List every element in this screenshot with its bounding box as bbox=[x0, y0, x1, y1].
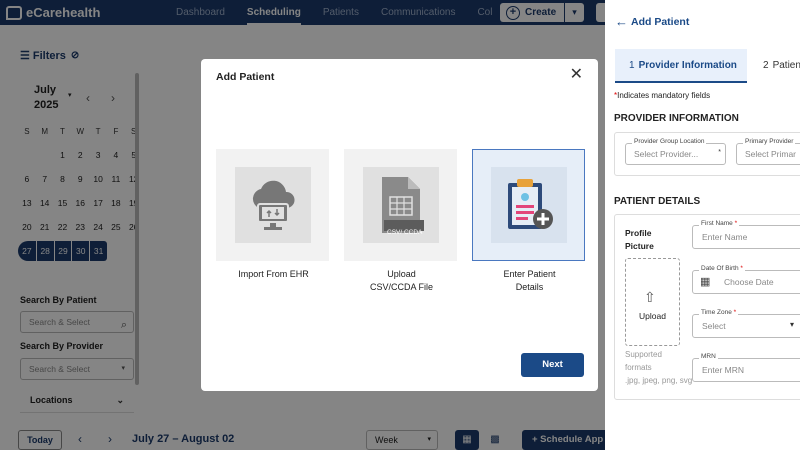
first-name-placeholder: Enter Name bbox=[702, 232, 748, 242]
back-button[interactable]: ← Add Patient bbox=[615, 14, 689, 29]
supported-line1: Supported bbox=[625, 350, 662, 359]
mrn-placeholder: Enter MRN bbox=[702, 365, 745, 375]
profile-picture-line2: Picture bbox=[625, 241, 654, 251]
first-name-input[interactable]: First Name * Enter Name bbox=[692, 220, 800, 249]
first-name-label: First Name * bbox=[699, 220, 740, 227]
arrow-left-icon: ← bbox=[615, 14, 628, 29]
supported-formats: Supported formats .jpg, jpeg, png, svg bbox=[625, 348, 692, 387]
mandatory-text: Indicates mandatory fields bbox=[617, 91, 711, 100]
option-label: Upload CSV/CCDA File bbox=[345, 268, 458, 294]
profile-picture-label: Profile Picture bbox=[625, 227, 654, 253]
supported-line3: .jpg, jpeg, png, svg bbox=[625, 376, 693, 385]
step-patient[interactable]: 2Patient bbox=[757, 49, 800, 83]
upload-dropzone[interactable]: ⇧ Upload bbox=[625, 258, 680, 346]
timezone-select[interactable]: Time Zone * Select ▾ bbox=[692, 309, 800, 338]
primary-provider-select[interactable]: Primary Provider Select Primar bbox=[736, 138, 800, 165]
file-upload-icon: CSV/ CCDA bbox=[363, 167, 439, 243]
dob-label-text: Date Of Birth bbox=[701, 265, 739, 272]
step-provider-information[interactable]: 1 Provider Information bbox=[615, 49, 747, 83]
option-label-line1: Upload bbox=[387, 269, 416, 279]
step-tabs: 1Provider Information 2Patient bbox=[615, 49, 800, 83]
provider-group-select[interactable]: Provider Group Location Select Provider.… bbox=[625, 138, 726, 165]
primary-provider-label: Primary Provider bbox=[743, 138, 796, 145]
calendar-icon[interactable]: ▦ bbox=[700, 275, 710, 288]
cloud-monitor-icon bbox=[235, 167, 311, 243]
add-patient-modal: Add Patient ✕ Import From EHR CSV/ CCDA … bbox=[201, 59, 598, 391]
provider-group-label: Provider Group Location bbox=[632, 138, 707, 145]
upload-icon: ⇧ bbox=[644, 289, 656, 305]
patient-section-title: PATIENT DETAILS bbox=[614, 196, 701, 207]
panel-title: Add Patient bbox=[631, 15, 690, 28]
option-label: Enter Patient Details bbox=[473, 268, 586, 294]
timezone-label-text: Time Zone bbox=[701, 309, 732, 316]
dob-placeholder: Choose Date bbox=[724, 277, 774, 287]
add-patient-panel: ← Add Patient 1 Provider Information 2 Pat… bbox=[605, 0, 800, 450]
csv-ccda-badge: CSV/ CCDA bbox=[387, 229, 423, 236]
required-star: * bbox=[740, 265, 743, 272]
step-number: 2 bbox=[763, 60, 769, 71]
option-label: Import From EHR bbox=[238, 269, 309, 279]
step-number: 1 bbox=[629, 60, 635, 71]
option-upload-csv[interactable]: CSV/ CCDA Upload CSV/CCDA File bbox=[344, 149, 457, 292]
timezone-placeholder: Select bbox=[702, 321, 726, 331]
dob-label: Date Of Birth * bbox=[699, 265, 745, 272]
next-button[interactable]: Next bbox=[521, 353, 584, 377]
chevron-down-icon: * bbox=[718, 149, 721, 156]
option-label-line2: Details bbox=[515, 282, 544, 292]
mrn-label: MRN bbox=[699, 353, 718, 360]
chevron-down-icon: ▾ bbox=[790, 320, 795, 329]
step-label: Provider Information bbox=[638, 60, 737, 71]
primary-provider-placeholder: Select Primar bbox=[745, 149, 797, 159]
supported-line2: formats bbox=[625, 363, 652, 372]
mandatory-note: *Indicates mandatory fields bbox=[614, 91, 710, 100]
provider-info-box: Provider Group Location Select Provider.… bbox=[614, 132, 800, 176]
option-label-line1: Enter Patient bbox=[503, 269, 556, 279]
modal-title: Add Patient bbox=[216, 71, 275, 83]
required-star: * bbox=[733, 309, 737, 316]
profile-picture-line1: Profile bbox=[625, 228, 652, 238]
clipboard-plus-icon bbox=[491, 167, 567, 243]
upload-label: Upload bbox=[639, 311, 666, 321]
required-star: * bbox=[734, 220, 738, 227]
close-icon[interactable]: ✕ bbox=[570, 67, 583, 83]
provider-section-title: PROVIDER INFORMATION bbox=[614, 113, 739, 124]
option-label-line2: CSV/CCDA File bbox=[369, 282, 433, 292]
dob-input[interactable]: Date Of Birth * ▦ Choose Date bbox=[692, 265, 800, 294]
first-name-label-text: First Name bbox=[701, 220, 733, 227]
provider-group-placeholder: Select Provider... bbox=[634, 149, 699, 159]
timezone-label: Time Zone * bbox=[699, 309, 739, 316]
step-label: Patient bbox=[772, 60, 800, 71]
option-enter-details[interactable]: Enter Patient Details bbox=[472, 149, 585, 292]
option-import-ehr[interactable]: Import From EHR bbox=[216, 149, 329, 279]
patient-details-box: Profile Picture ⇧ Upload Supported forma… bbox=[614, 214, 800, 400]
mrn-input[interactable]: MRN Enter MRN bbox=[692, 353, 800, 382]
